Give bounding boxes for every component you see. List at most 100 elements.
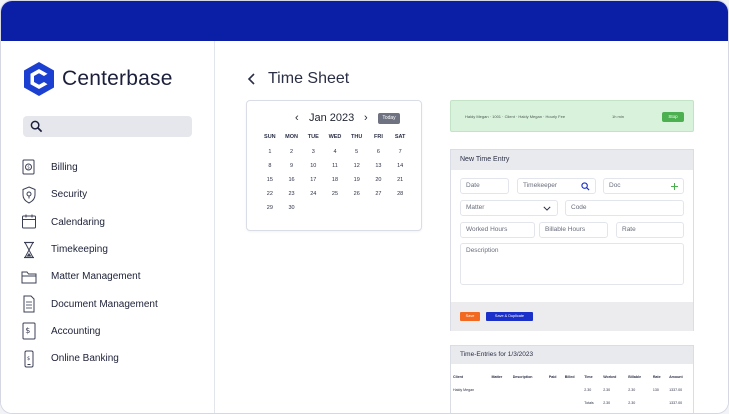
weekday-label: MON <box>285 134 298 140</box>
column-header: Rate <box>652 374 661 379</box>
calendar-empty-cell <box>302 201 324 215</box>
svg-text:$: $ <box>27 164 30 169</box>
sidebar-item-calendaring[interactable]: Calendaring <box>21 209 211 236</box>
centerbase-logo-icon <box>24 62 54 96</box>
calendar-empty-cell <box>324 201 346 215</box>
totals-row: Totals 2.30 2.30 1337.00 <box>451 396 693 409</box>
sidebar-item-label: Matter Management <box>51 271 141 283</box>
calendar-day[interactable]: 27 <box>368 187 390 201</box>
calendar-day[interactable]: 13 <box>368 159 390 173</box>
calendar-day[interactable]: 5 <box>346 145 368 159</box>
save-button[interactable]: Save <box>460 312 480 321</box>
sidebar-item-document-management[interactable]: Document Management <box>21 290 211 317</box>
save-duplicate-button[interactable]: Save & Duplicate <box>486 312 533 321</box>
sidebar-item-matter-management[interactable]: Matter Management <box>21 263 211 290</box>
sidebar-item-label: Billing <box>51 162 78 174</box>
today-button[interactable]: Today <box>378 113 400 124</box>
sidebar-item-accounting[interactable]: $ Accounting <box>21 318 211 345</box>
calendar-day[interactable]: 29 <box>259 201 281 215</box>
calendar-day[interactable]: 6 <box>368 145 390 159</box>
calendar-day[interactable]: 22 <box>259 187 281 201</box>
calendar-day[interactable]: 26 <box>346 187 368 201</box>
security-icon <box>22 186 36 204</box>
sidebar-item-label: Timekeeping <box>51 244 108 256</box>
time-entries-title: Time-Entries for 1/3/2023 <box>451 346 693 364</box>
matter-select[interactable]: Matter <box>460 200 558 216</box>
calendar-day[interactable]: 21 <box>389 173 411 187</box>
calendar-day[interactable]: 18 <box>324 173 346 187</box>
table-cell: 130 <box>652 387 659 392</box>
weekday-label: THU <box>351 134 363 140</box>
calendar-day[interactable]: 4 <box>324 145 346 159</box>
date-field[interactable]: Date <box>460 178 509 194</box>
sidebar-item-security[interactable]: Security <box>21 181 211 208</box>
hourglass-icon <box>24 241 34 258</box>
timekeeper-field[interactable]: Timekeeper <box>517 178 596 194</box>
plus-icon[interactable] <box>671 183 678 190</box>
totals-cell: 2.30 <box>628 400 636 405</box>
calendar-day[interactable]: 23 <box>281 187 303 201</box>
calendar-day[interactable]: 11 <box>324 159 346 173</box>
table-cell: Haldy Megan <box>453 387 475 392</box>
calendar-day[interactable]: 10 <box>302 159 324 173</box>
calendar-day[interactable]: 12 <box>346 159 368 173</box>
calendar-month: Jan 2023 <box>309 112 355 124</box>
form-actions: Save Save & Duplicate <box>451 302 693 331</box>
weekday-label: WED <box>328 134 342 140</box>
weekday-label: SUN <box>264 134 276 140</box>
prev-month-button[interactable]: ‹ <box>295 112 299 124</box>
timer-elapsed: 1h min <box>612 114 625 119</box>
calendar-day[interactable]: 2 <box>281 145 303 159</box>
calendar-day[interactable]: 17 <box>302 173 324 187</box>
sidebar-item-label: Document Management <box>51 298 158 310</box>
calendar-day[interactable]: 14 <box>389 159 411 173</box>
calendar-day[interactable]: 16 <box>281 173 303 187</box>
weekday-label: FRI <box>373 134 383 140</box>
calendar-empty-cell <box>368 201 390 215</box>
column-header: Matter <box>491 374 503 379</box>
calendar-day[interactable]: 1 <box>259 145 281 159</box>
sidebar-item-billing[interactable]: $ Billing <box>21 154 211 181</box>
calendar-day[interactable]: 3 <box>302 145 324 159</box>
calendar-day[interactable]: 9 <box>281 159 303 173</box>
calendar-day[interactable]: 24 <box>302 187 324 201</box>
back-arrow-icon[interactable] <box>246 71 258 87</box>
doc-placeholder: Doc <box>609 182 621 189</box>
folder-icon <box>21 271 37 284</box>
totals-cell: 1337.00 <box>669 400 683 405</box>
worked-hours-field[interactable]: Worked Hours <box>460 222 535 238</box>
table-row[interactable]: Haldy Megan 2.30 2.30 2.30 130 1337.00 <box>451 383 693 396</box>
sidebar-item-label: Accounting <box>51 325 101 337</box>
rate-field[interactable]: Rate <box>616 222 684 238</box>
calendar-day[interactable]: 20 <box>368 173 390 187</box>
billable-hours-field[interactable]: Billable Hours <box>539 222 608 238</box>
chevron-down-icon <box>543 206 551 211</box>
next-month-button[interactable]: › <box>364 112 368 124</box>
svg-text:$: $ <box>27 356 30 362</box>
description-field[interactable]: Description <box>460 243 684 285</box>
calendar-day[interactable]: 15 <box>259 173 281 187</box>
calendar-day[interactable]: 8 <box>259 159 281 173</box>
calendar-day[interactable]: 28 <box>389 187 411 201</box>
page-title: Time Sheet <box>268 70 350 87</box>
sidebar-item-timekeeping[interactable]: Timekeeping <box>21 236 211 263</box>
totals-cell <box>489 396 510 409</box>
table-cell: 1337.00 <box>669 387 683 392</box>
code-field[interactable]: Code <box>565 200 684 216</box>
search-icon[interactable] <box>581 182 590 191</box>
stop-timer-button[interactable]: Stop <box>662 112 684 122</box>
brand-name: Centerbase <box>62 67 173 90</box>
calendar-header: ‹ Jan 2023 › Today <box>247 111 423 127</box>
calendar-day[interactable]: 7 <box>389 145 411 159</box>
column-header: Description <box>512 374 533 379</box>
running-timer-banner: Haldy Megan · 1001 · Client · Haldy Mega… <box>450 100 694 132</box>
sidebar-item-online-banking[interactable]: $ Online Banking <box>21 345 211 372</box>
calendar-day[interactable]: 25 <box>324 187 346 201</box>
doc-field[interactable]: Doc <box>603 178 684 194</box>
search-input[interactable] <box>23 116 192 137</box>
calendar-day[interactable]: 19 <box>346 173 368 187</box>
timer-description: Haldy Megan · 1001 · Client · Haldy Mega… <box>465 114 566 119</box>
calendar-day[interactable]: 30 <box>281 201 303 215</box>
totals-cell: 2.30 <box>603 400 611 405</box>
sidebar: Centerbase $ Billing Security Calendarin… <box>1 41 215 413</box>
